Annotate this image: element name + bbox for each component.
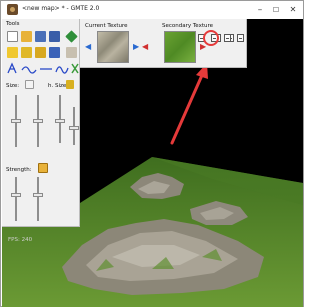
tools-panel-title: Tools [6, 21, 20, 27]
strength-slider-2-thumb[interactable] [33, 193, 43, 197]
lock-icon[interactable] [38, 163, 48, 173]
random-brush-icon[interactable] [71, 63, 79, 74]
peak-brush-icon[interactable] [7, 62, 17, 74]
prev-secondary-texture-icon[interactable]: ◀ [142, 43, 148, 51]
strength-slider-thumb[interactable] [11, 193, 21, 197]
eraser-icon[interactable] [66, 47, 77, 58]
prev-current-texture-icon[interactable]: ◀ [85, 43, 91, 51]
size-label: Size: [6, 83, 20, 89]
current-texture-label: Current Texture [85, 23, 128, 29]
texture-panel: Current Texture Secondary Texture ◀ ▶ ◀ … [80, 19, 247, 68]
height-size-slider-thumb[interactable] [55, 119, 65, 124]
current-texture-swatch[interactable] [97, 31, 129, 63]
strength-slider-track[interactable] [15, 177, 17, 221]
wave-brush-icon[interactable] [21, 66, 37, 74]
flatten-terrain-icon[interactable] [35, 47, 46, 58]
app-icon [7, 4, 18, 15]
secondary-texture-label: Secondary Texture [162, 23, 214, 29]
raise-terrain-icon[interactable] [7, 47, 18, 58]
save-as-icon[interactable] [49, 31, 60, 42]
fps-counter: FPS: 240 [8, 237, 33, 243]
texture-mode-button-4[interactable] [237, 34, 244, 42]
tools-panel: Tools Size: h. Size: Strength: [2, 19, 80, 227]
strength-label: Strength: [6, 167, 32, 173]
secondary-texture-swatch[interactable] [164, 31, 196, 63]
title-bar: <new map> * - GMTE 2.0 – ☐ ✕ [1, 1, 303, 19]
size-lock-icon[interactable] [25, 80, 34, 89]
export-icon[interactable] [65, 30, 78, 43]
lower-terrain-icon[interactable] [21, 47, 32, 58]
maximize-button[interactable]: ☐ [268, 3, 284, 17]
close-button[interactable]: ✕ [285, 3, 301, 17]
new-map-icon[interactable] [7, 31, 18, 42]
brush-shape-row [7, 62, 79, 74]
window-title: <new map> * - GMTE 2.0 [22, 5, 100, 12]
annotation-arrow-shaft [170, 71, 205, 145]
texture-mode-button-3[interactable] [224, 34, 231, 42]
height-size-slider-2-thumb[interactable] [69, 125, 79, 130]
app-window: <new map> * - GMTE 2.0 – ☐ ✕ FPS: 240 To… [0, 0, 304, 307]
paint-texture-icon[interactable] [49, 47, 60, 58]
size-slider-2-thumb[interactable] [33, 119, 43, 123]
height-size-icon[interactable] [66, 80, 74, 89]
next-current-texture-icon[interactable]: ▶ [133, 43, 139, 51]
minimize-button[interactable]: – [252, 3, 268, 17]
strength-slider-2-track[interactable] [37, 177, 39, 221]
smooth-brush-icon[interactable] [55, 66, 69, 74]
open-folder-icon[interactable] [21, 31, 32, 42]
save-icon[interactable] [35, 31, 46, 42]
size-slider-thumb[interactable] [11, 119, 21, 123]
annotation-highlight-circle [203, 30, 219, 46]
